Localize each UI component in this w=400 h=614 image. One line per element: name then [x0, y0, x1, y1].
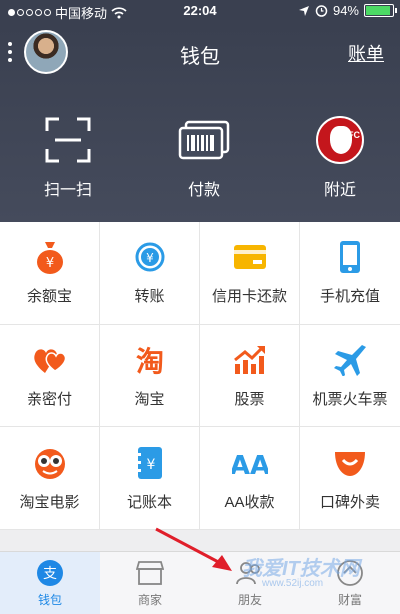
service-intimate-pay[interactable]: 亲密付: [0, 324, 100, 428]
svg-text:AA: AA: [232, 451, 268, 478]
service-label: 口碑外卖: [319, 493, 380, 511]
status-bar: 中国移动 22:04 94%: [0, 0, 400, 22]
mobile-phone-icon: [332, 239, 368, 275]
scan-icon: [40, 112, 96, 168]
svg-text:淘: 淘: [135, 345, 163, 377]
battery-percent: 94%: [332, 3, 359, 18]
service-mobile-topup[interactable]: 手机充值: [300, 222, 400, 325]
ledger-icon: ¥: [132, 445, 168, 481]
service-label: 余额宝: [26, 288, 72, 306]
svg-text:¥: ¥: [146, 251, 154, 265]
service-label: 记账本: [126, 493, 172, 511]
service-taobao[interactable]: 淘 淘宝: [100, 324, 200, 428]
aa-icon: AA: [232, 445, 268, 481]
svg-text:支: 支: [43, 566, 57, 582]
annotation-arrow: [155, 527, 232, 571]
service-taobao-movie[interactable]: 淘宝电影: [0, 427, 100, 530]
svg-text:¥: ¥: [45, 256, 53, 271]
bill-link[interactable]: 账单: [348, 40, 384, 66]
service-aa-collect[interactable]: AA AA收款: [200, 427, 300, 530]
tab-wealth[interactable]: 财富: [300, 552, 400, 614]
tab-label: 钱包: [37, 593, 62, 607]
hearts-icon: [32, 342, 68, 378]
page-title: 钱包: [180, 46, 220, 68]
service-stocks[interactable]: 股票: [200, 324, 300, 428]
stock-chart-icon: [232, 342, 268, 378]
tab-label: 朋友: [237, 593, 262, 607]
barcode-pay-icon: [176, 112, 232, 168]
tab-wallet[interactable]: 支 钱包: [0, 552, 100, 614]
service-credit-card[interactable]: 信用卡还款: [200, 222, 300, 325]
service-label: 转账: [134, 288, 165, 306]
service-label: 信用卡还款: [211, 288, 287, 306]
service-label: 淘宝: [134, 390, 165, 408]
credit-card-icon: [232, 239, 268, 275]
tab-label: 商家: [137, 593, 162, 607]
scan-label: 扫一扫: [43, 182, 92, 199]
taobao-icon: 淘: [132, 342, 168, 378]
glasses-face-icon: [32, 445, 68, 481]
alipay-icon: 支: [35, 558, 65, 588]
service-ledger[interactable]: ¥ 记账本: [100, 427, 200, 530]
service-yuebao[interactable]: ¥ 余额宝: [0, 222, 100, 325]
service-label: 亲密付: [26, 390, 72, 408]
tab-label: 财富: [337, 593, 362, 607]
service-label: 淘宝电影: [19, 493, 80, 511]
battery-icon: [364, 4, 397, 17]
scan-button[interactable]: 扫一扫: [8, 112, 128, 200]
pay-button[interactable]: 付款: [144, 112, 264, 200]
transfer-icon: ¥: [132, 239, 168, 275]
airplane-icon: [332, 342, 368, 378]
smile-bowl-icon: [332, 445, 368, 481]
nearby-label: 附近: [323, 182, 356, 199]
wealth-icon: [335, 558, 365, 588]
service-label: 手机充值: [319, 288, 380, 306]
service-label: 股票: [234, 390, 265, 408]
service-label: 机票火车票: [312, 390, 388, 408]
service-transfer[interactable]: ¥ 转账: [100, 222, 200, 325]
wallet-header: 钱包 账单 扫一扫 付款 KFC 附近: [0, 22, 400, 222]
service-koubei-takeout[interactable]: 口碑外卖: [300, 427, 400, 530]
kfc-logo-icon: KFC: [316, 116, 364, 164]
location-arrow-icon: [298, 5, 309, 16]
pay-label: 付款: [187, 182, 220, 199]
battery-level: [366, 6, 391, 15]
service-label: AA收款: [224, 493, 275, 511]
money-bag-icon: ¥: [32, 239, 68, 275]
svg-text:¥: ¥: [146, 457, 155, 473]
service-grid: ¥ 余额宝 ¥ 转账 信用卡还款 手机充值 亲密付 淘 淘宝 股票 机票火车票 …: [0, 222, 400, 530]
service-tickets[interactable]: 机票火车票: [300, 325, 400, 428]
alarm-icon: [315, 5, 328, 17]
nearby-button[interactable]: KFC 附近: [280, 112, 400, 200]
